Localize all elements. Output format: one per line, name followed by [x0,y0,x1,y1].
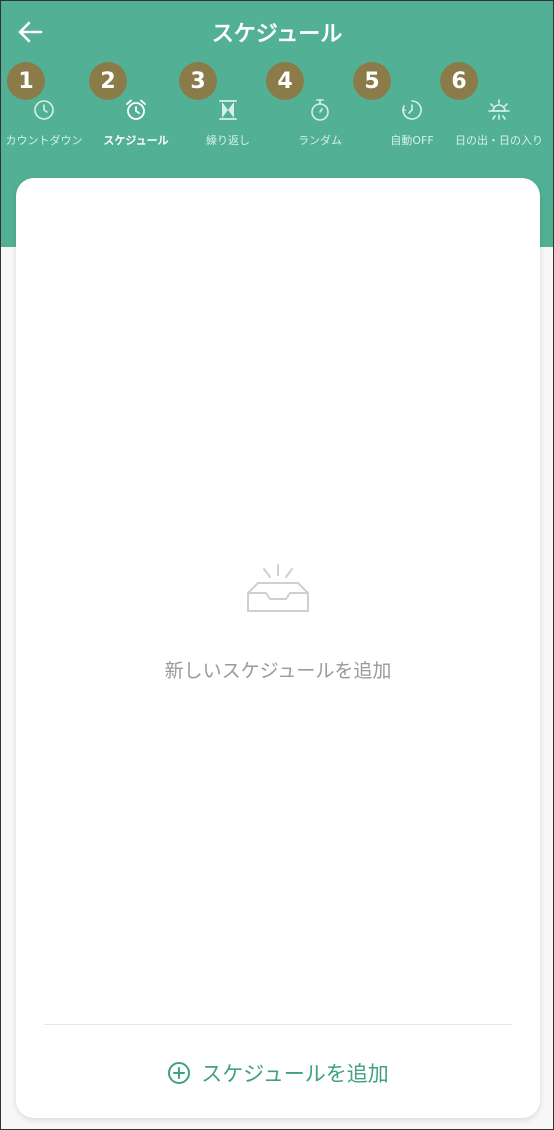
sunrise-icon [488,99,510,120]
tab-label: 日の出・日の入り [455,134,543,147]
add-schedule-button[interactable]: スケジュールを追加 [16,1056,540,1090]
tab-label: 繰り返し [206,134,250,147]
add-schedule-label: スケジュールを追加 [201,1062,389,1086]
empty-state-text: 新しいスケジュールを追加 [164,660,392,682]
plus-circle-icon [168,1062,191,1084]
schedule-list-card: 新しいスケジュールを追加 スケジュールを追加 [16,178,540,1118]
tab-sunrise-sunset[interactable]: 日の出・日の入り [449,93,549,148]
tab-random[interactable]: ランダム [270,93,370,148]
tab-label: ランダム [298,134,342,147]
tab-label: カウントダウン [5,134,83,147]
page-title: スケジュール [211,22,343,47]
empty-state-icon-wrap [244,563,312,619]
tab-countdown[interactable]: カウントダウン [1,93,94,148]
timer-off-icon [402,100,422,120]
alarm-clock-icon [126,99,146,120]
divider [44,1024,512,1025]
hourglass-icon [219,100,237,120]
clock-icon [34,100,54,120]
stopwatch-icon [311,99,329,121]
tab-auto-off[interactable]: 自動OFF [362,93,462,148]
tab-schedule[interactable]: スケジュール [86,93,186,148]
tab-label: 自動OFF [390,134,434,147]
tab-repeat[interactable]: 繰り返し [178,93,278,148]
tab-label: スケジュール [103,134,169,147]
app-screen: スケジュール 1 2 3 4 5 6 カウントダウン スケジュール 繰り返し ラ… [0,0,554,1130]
empty-inbox-icon [247,564,309,612]
